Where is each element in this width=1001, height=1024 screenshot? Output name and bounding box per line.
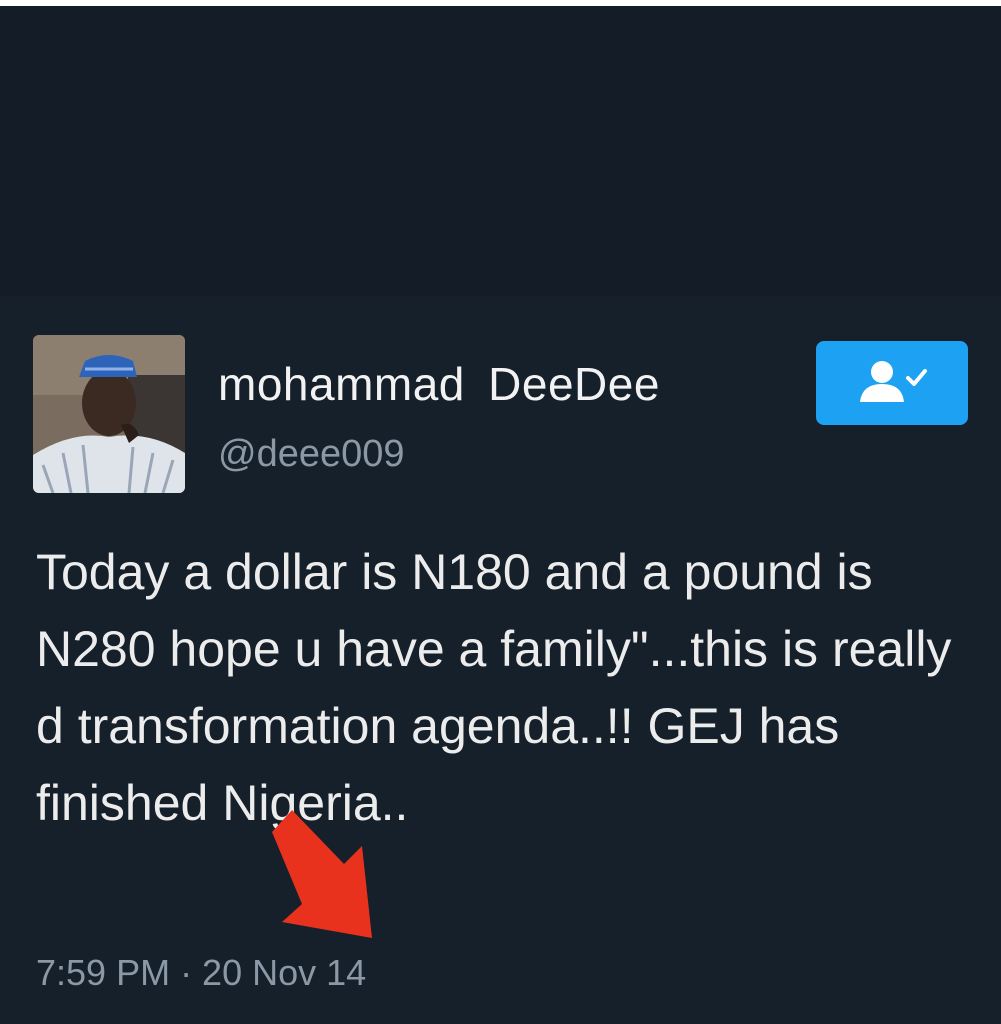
header-area [0, 6, 1001, 296]
follow-button[interactable] [816, 341, 968, 425]
author-display-name[interactable]: mohammad DeeDee [218, 357, 660, 411]
tweet-timestamp[interactable]: 7:59 PM · 20 Nov 14 [36, 952, 366, 994]
avatar[interactable] [33, 335, 185, 493]
follow-user-check-icon [860, 361, 927, 402]
avatar-photo [33, 335, 185, 493]
author-handle[interactable]: @deee009 [218, 433, 405, 476]
tweet-text: Today a dollar is N180 and a pound is N2… [36, 544, 952, 831]
tweet-screen: mohammad DeeDee @deee009 Today a dollar … [0, 6, 1001, 1024]
